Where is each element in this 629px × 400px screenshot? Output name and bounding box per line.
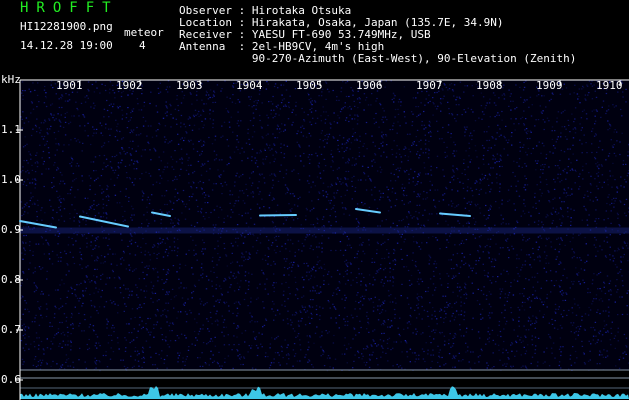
- spectrogram: [16, 79, 629, 400]
- x-tick-label: 1908: [476, 79, 503, 92]
- y-tick-label: 0.7: [1, 323, 21, 336]
- x-tick-label: 1901: [56, 79, 83, 92]
- meteor-echo: [259, 214, 297, 217]
- noise-background: [20, 80, 629, 370]
- x-tick-label: 1903: [176, 79, 203, 92]
- y-tick-label: 1.1: [1, 123, 21, 136]
- y-axis-unit: kHz: [1, 73, 21, 86]
- y-tick-label: 0.6: [1, 373, 21, 386]
- y-tick-label: 1.0: [1, 173, 21, 186]
- x-tick-label: 1909: [536, 79, 563, 92]
- x-tick-label: 1905: [296, 79, 323, 92]
- noise-band: [20, 227, 629, 234]
- y-tick-label: 0.8: [1, 273, 21, 286]
- x-tick-label: 1907: [416, 79, 443, 92]
- x-tick-label: 1902: [116, 79, 143, 92]
- x-tick-label: 1906: [356, 79, 383, 92]
- x-tick-label: 1910: [596, 79, 623, 92]
- x-tick-label: 1904: [236, 79, 263, 92]
- y-tick-label: 0.9: [1, 223, 21, 236]
